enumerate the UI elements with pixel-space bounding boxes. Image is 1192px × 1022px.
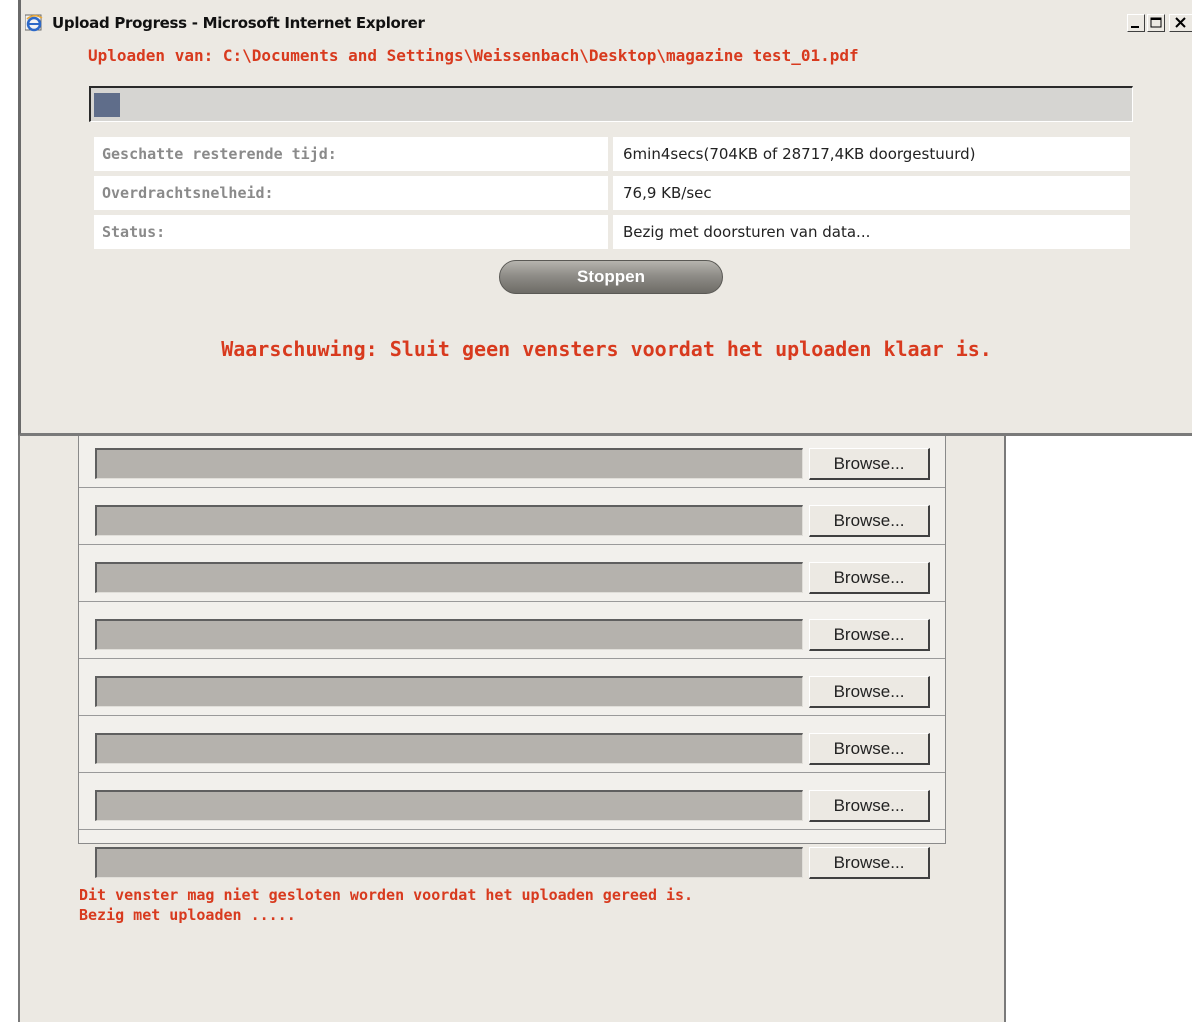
minimize-icon: [1131, 26, 1139, 28]
main-window: Browse... Browse... Browse... Browse... …: [18, 380, 1006, 1022]
file-row-6: Browse...: [79, 717, 945, 773]
file-row-1: Browse...: [79, 432, 945, 488]
status-value: Bezig met doorsturen van data...: [613, 215, 1130, 249]
window-title: Upload Progress - Microsoft Internet Exp…: [52, 14, 425, 32]
upload-progress-window: Upload Progress - Microsoft Internet Exp…: [18, 0, 1192, 436]
browse-button-5[interactable]: Browse...: [809, 676, 930, 708]
browse-button-1[interactable]: Browse...: [809, 448, 930, 480]
remaining-time-value: 6min4secs(704KB of 28717,4KB doorgestuur…: [613, 137, 1130, 171]
minimize-button[interactable]: [1127, 14, 1145, 32]
transfer-speed-value: 76,9 KB/sec: [613, 176, 1130, 210]
file-row-3: Browse...: [79, 546, 945, 602]
file-path-input-3[interactable]: [95, 562, 803, 593]
file-row-5: Browse...: [79, 660, 945, 716]
title-bar[interactable]: Upload Progress - Microsoft Internet Exp…: [21, 0, 1192, 37]
upload-progress-bar: [89, 86, 1133, 122]
maximize-button[interactable]: [1147, 14, 1165, 32]
file-row-7: Browse...: [79, 774, 945, 830]
warning-line-2: Bezig met uploaden .....: [79, 906, 296, 924]
stop-button[interactable]: Stoppen: [499, 260, 723, 294]
close-button[interactable]: [1169, 14, 1192, 32]
file-path-input-6[interactable]: [95, 733, 803, 764]
file-row-2: Browse...: [79, 489, 945, 545]
info-row-transfer-speed: Overdrachtsnelheid: 76,9 KB/sec: [94, 176, 1130, 210]
file-path-input-8[interactable]: [95, 847, 803, 878]
file-row-4: Browse...: [79, 603, 945, 659]
file-path-input-2[interactable]: [95, 505, 803, 536]
upload-warning-message: Dit venster mag niet gesloten worden voo…: [79, 885, 693, 925]
info-row-status: Status: Bezig met doorsturen van data...: [94, 215, 1130, 249]
file-path-input-4[interactable]: [95, 619, 803, 650]
close-warning-message: Waarschuwing: Sluit geen vensters voorda…: [221, 337, 992, 361]
status-label: Status:: [94, 215, 608, 249]
file-upload-table: Browse... Browse... Browse... Browse... …: [78, 432, 946, 879]
upload-file-path: Uploaden van: C:\Documents and Settings\…: [88, 46, 859, 65]
info-row-remaining-time: Geschatte resterende tijd: 6min4secs(704…: [94, 137, 1130, 171]
file-row-8: Browse...: [79, 831, 945, 887]
file-path-input-1[interactable]: [95, 448, 803, 479]
maximize-icon: [1150, 17, 1162, 28]
file-path-input-7[interactable]: [95, 790, 803, 821]
progress-bar-fill: [94, 93, 120, 117]
file-path-input-5[interactable]: [95, 676, 803, 707]
browse-button-4[interactable]: Browse...: [809, 619, 930, 651]
browse-button-8[interactable]: Browse...: [809, 847, 930, 879]
browse-button-6[interactable]: Browse...: [809, 733, 930, 765]
browse-button-3[interactable]: Browse...: [809, 562, 930, 594]
browse-button-2[interactable]: Browse...: [809, 505, 930, 537]
warning-line-1: Dit venster mag niet gesloten worden voo…: [79, 886, 694, 904]
close-icon: [1175, 17, 1186, 28]
transfer-speed-label: Overdrachtsnelheid:: [94, 176, 608, 210]
internet-explorer-icon: [25, 14, 43, 32]
browse-button-7[interactable]: Browse...: [809, 790, 930, 822]
remaining-time-label: Geschatte resterende tijd:: [94, 137, 608, 171]
